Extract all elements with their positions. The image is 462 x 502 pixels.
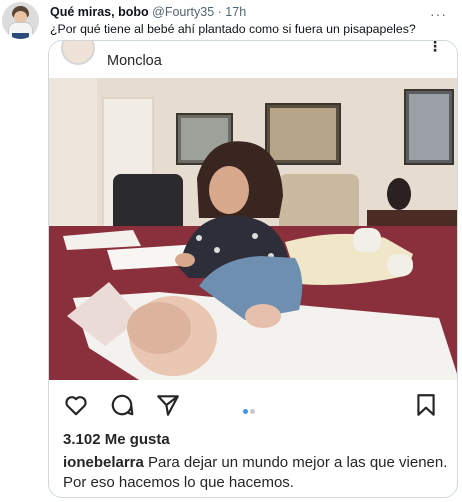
comment-icon[interactable]: [109, 392, 135, 418]
separator-dot: ·: [217, 5, 222, 19]
tweet-text: ¿Por qué tiene al bebé ahí plantado como…: [50, 22, 416, 36]
instagram-location: Moncloa: [107, 53, 162, 69]
display-name[interactable]: Qué miras, bobo: [50, 5, 149, 19]
instagram-post-header: Moncloa ⋮: [49, 40, 457, 78]
tweet-header: Qué miras, bobo @Fourty35 · 17h: [50, 5, 246, 19]
instagram-more-icon: ⋮: [428, 40, 442, 54]
photo-illustration: [49, 78, 457, 380]
heart-icon[interactable]: [63, 392, 89, 418]
more-options-icon[interactable]: ···: [430, 6, 447, 22]
instagram-photo: [49, 78, 457, 380]
caption-username: ionebelarra: [63, 454, 144, 471]
share-icon[interactable]: [155, 392, 181, 418]
carousel-indicator: [242, 401, 256, 419]
post-caption: ionebelarra Para dejar un mundo mejor a …: [63, 453, 449, 493]
timestamp[interactable]: 17h: [225, 5, 246, 19]
tweet-media-image[interactable]: Moncloa ⋮ 3.102 Me gusta ionebelarra Par…: [48, 40, 458, 498]
likes-count: 3.102 Me gusta: [63, 431, 170, 448]
carousel-dot-active: [243, 409, 248, 414]
bookmark-icon[interactable]: [413, 392, 439, 418]
user-avatar[interactable]: [2, 2, 39, 39]
user-handle[interactable]: @Fourty35: [152, 5, 214, 19]
carousel-dot: [250, 409, 255, 414]
instagram-avatar: [61, 41, 95, 65]
tweet[interactable]: Qué miras, bobo @Fourty35 · 17h ··· ¿Por…: [0, 0, 462, 502]
instagram-action-bar: [49, 380, 457, 428]
